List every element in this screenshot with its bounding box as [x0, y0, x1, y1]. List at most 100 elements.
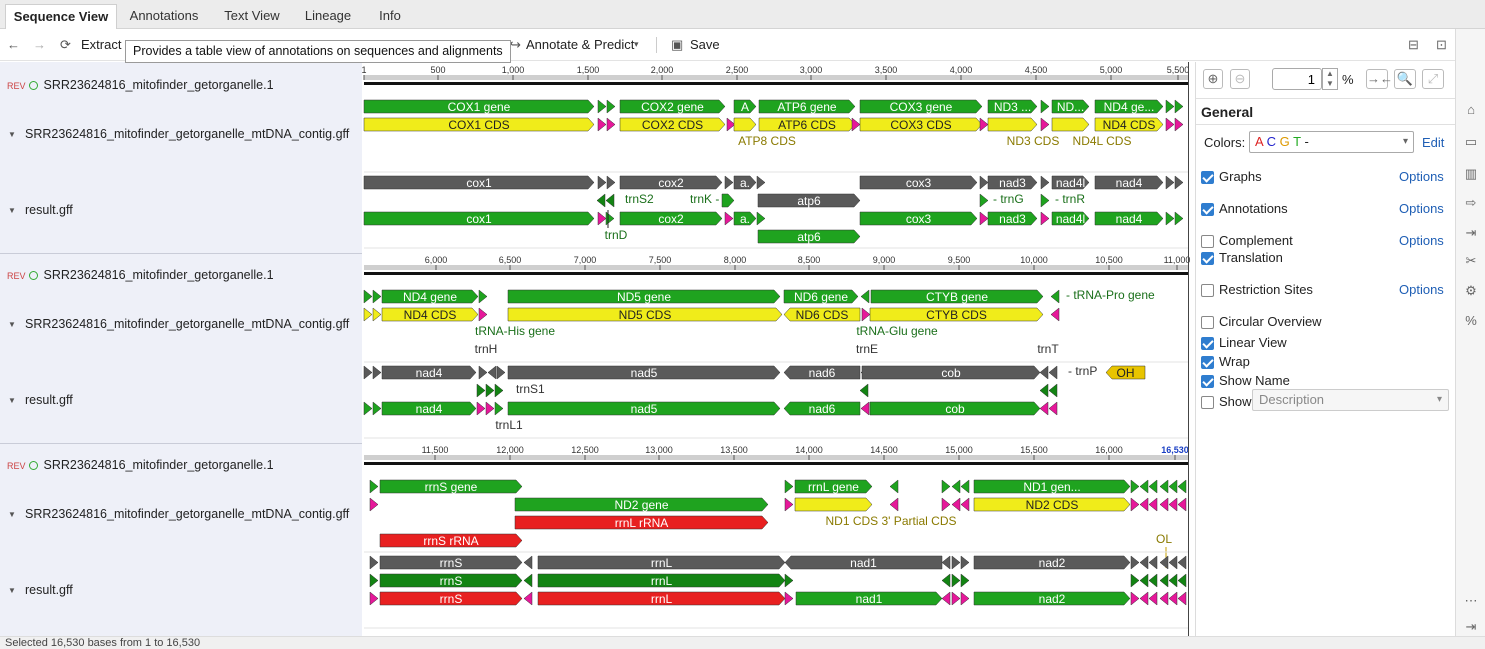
feature-chevron	[372, 307, 382, 322]
checkbox-show[interactable]	[1201, 396, 1214, 409]
checkbox-wrap[interactable]	[1201, 356, 1214, 369]
tab-info[interactable]: Info	[364, 4, 416, 29]
annotation-label-trnglu: tRNA-Glu gene	[856, 324, 938, 338]
annotation-label-trnp: - trnP	[1068, 364, 1097, 378]
toolbar-divider	[656, 37, 657, 53]
monitor-icon[interactable]: ▭	[1461, 134, 1481, 150]
zoom-in-icon[interactable]: ⊕	[1203, 69, 1223, 89]
option-label-show-name: Show Name	[1219, 373, 1290, 388]
tab-lineage[interactable]: Lineage	[294, 4, 362, 29]
scissors-icon[interactable]: ✂	[1461, 253, 1481, 269]
feature-label: cox2	[658, 212, 684, 226]
expand-caret-icon[interactable]: ▼	[8, 396, 16, 405]
feature-label: rrnL	[651, 556, 673, 570]
sequence-canvas[interactable]: 1 500 1,000 1,500 2,000 2,500 3,000 3,500 4,000 4…	[362, 62, 1195, 636]
chevron-down-icon[interactable]: ▾	[634, 39, 639, 50]
result-track-name-row1[interactable]: result.gff	[25, 203, 73, 217]
tab-text-view[interactable]: Text View	[212, 4, 292, 29]
minimize-panel-icon[interactable]: ⊟	[1408, 37, 1419, 53]
feature-label: ND5 gene	[617, 290, 671, 304]
options-link-graphs[interactable]: Options	[1399, 169, 1444, 184]
feature-chevron	[523, 555, 533, 570]
feature-chevron	[1130, 591, 1140, 606]
export-icon[interactable]: ⇥	[1461, 225, 1481, 241]
ruler-tick-label: 8,500	[798, 255, 821, 265]
home-icon[interactable]: ⌂	[1461, 102, 1481, 117]
feature-label: cob	[945, 402, 965, 416]
result-track-name-row2[interactable]: result.gff	[25, 393, 73, 407]
checkbox-circular-overview[interactable]	[1201, 316, 1214, 329]
fullscreen-icon[interactable]: ⤢	[1422, 69, 1444, 89]
checkbox-linear-view[interactable]	[1201, 337, 1214, 350]
feature-chevron	[1159, 555, 1169, 570]
gff-track-name-row1[interactable]: SRR23624816_mitofinder_getorganelle_mtDN…	[25, 127, 349, 141]
show-description-select[interactable]: Description ▾	[1252, 389, 1449, 411]
sequence-name-row1[interactable]: REV SRR23624816_mitofinder_getorganelle.1	[7, 78, 274, 92]
checkbox-restriction-sites[interactable]	[1201, 284, 1214, 297]
feature-chevron	[476, 401, 486, 416]
gear-icon[interactable]: ⚙	[1461, 283, 1481, 299]
gff-track-name-row3[interactable]: SRR23624816_mitofinder_getorganelle_mtDN…	[25, 507, 349, 521]
feature-arrow	[733, 117, 757, 132]
bar-chart-icon[interactable]: ▥	[1461, 166, 1481, 182]
checkbox-translation[interactable]	[1201, 252, 1214, 265]
annotation-label-trng: - trnG	[993, 192, 1024, 206]
colors-edit-link[interactable]: Edit	[1422, 135, 1444, 150]
expand-caret-icon[interactable]: ▼	[8, 130, 16, 139]
maximize-panel-icon[interactable]: ⊡	[1436, 37, 1447, 53]
collapse-icon[interactable]: ⇥	[1461, 619, 1481, 635]
extract-button[interactable]: Extract	[81, 37, 121, 52]
zoom-stepper[interactable]: ▲ ▼	[1322, 68, 1338, 90]
checkbox-complement[interactable]	[1201, 235, 1214, 248]
annotation-label-trns1: trnS1	[516, 382, 545, 396]
options-link-complement[interactable]: Options	[1399, 233, 1444, 248]
sequence-name-row3[interactable]: REV SRR23624816_mitofinder_getorganelle.1	[7, 458, 274, 472]
feature-label: CTYB CDS	[926, 308, 987, 322]
expand-caret-icon[interactable]: ▼	[8, 206, 16, 215]
options-link-restriction-sites[interactable]: Options	[1399, 282, 1444, 297]
checkbox-annotations[interactable]	[1201, 203, 1214, 216]
annotate-icon: ↪	[510, 37, 521, 52]
zoom-to-selection-icon[interactable]: 🔍	[1394, 69, 1416, 89]
tab-sequence-view[interactable]: Sequence View	[5, 4, 117, 29]
annotate-predict-button[interactable]: Annotate & Predict	[526, 37, 634, 52]
more-icon[interactable]: ⋯	[1461, 593, 1481, 609]
tab-annotations[interactable]: Annotations	[118, 4, 210, 29]
feature-chevron	[1139, 591, 1149, 606]
feature-chevron	[597, 211, 607, 226]
feature-chevron	[363, 289, 373, 304]
feature-chevron	[960, 555, 970, 570]
expand-caret-icon[interactable]: ▼	[8, 510, 16, 519]
feature-label: COX2 CDS	[642, 118, 703, 132]
feature-label: cox1	[466, 176, 492, 190]
ruler-tick-label: 16,000	[1095, 445, 1123, 455]
annotation-label-nd1partial: ND1 CDS 3' Partial CDS	[826, 514, 957, 528]
feature-chevron	[941, 555, 951, 570]
gff-track-name-row2[interactable]: SRR23624816_mitofinder_getorganelle_mtDN…	[25, 317, 349, 331]
refresh-icon[interactable]: ⟳	[60, 37, 71, 53]
save-button[interactable]: Save	[690, 37, 720, 52]
expand-caret-icon[interactable]: ▼	[8, 586, 16, 595]
arrow-right-icon[interactable]: ⇨	[1461, 195, 1481, 211]
back-arrow-icon[interactable]: ←	[7, 37, 20, 52]
result-track-name-row3[interactable]: result.gff	[25, 583, 73, 597]
feature-chevron	[861, 307, 871, 322]
checkbox-show-name[interactable]	[1201, 375, 1214, 388]
checkbox-graphs[interactable]	[1201, 171, 1214, 184]
feature-label: rrnL rRNA	[615, 516, 669, 530]
feature-chevron	[860, 401, 870, 416]
ruler-tick-label: 1,500	[577, 65, 600, 75]
zoom-out-icon[interactable]: ⊖	[1230, 69, 1250, 89]
settings-panel: ⊕ ⊖ ▲▼ % →← 🔍 ⤢ General Colors: A C G T …	[1195, 62, 1455, 636]
colors-select[interactable]: A C G T - ▾	[1249, 131, 1414, 153]
percent-icon[interactable]: %	[1461, 313, 1481, 328]
ruler-tick-label: 11,000	[1164, 255, 1191, 265]
fit-width-icon[interactable]: →←	[1366, 69, 1393, 89]
expand-caret-icon[interactable]: ▼	[8, 320, 16, 329]
forward-arrow-icon[interactable]: →	[33, 37, 46, 52]
zoom-input[interactable]	[1272, 68, 1322, 90]
options-link-annotations[interactable]: Options	[1399, 201, 1444, 216]
sequence-name-row2[interactable]: REV SRR23624816_mitofinder_getorganelle.1	[7, 268, 274, 282]
feature-label: rrnS gene	[425, 480, 478, 494]
feature-label: COX1 CDS	[448, 118, 509, 132]
